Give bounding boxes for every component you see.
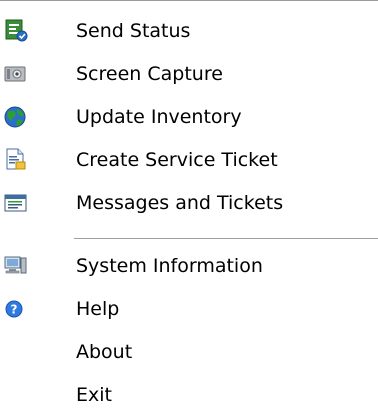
menu-item-label: About	[76, 341, 133, 363]
help-icon: ?	[2, 295, 29, 322]
menu-item-help[interactable]: ? Help	[0, 288, 378, 331]
menu-item-exit[interactable]: Exit	[0, 374, 378, 417]
computer-icon	[2, 252, 29, 279]
ticket-document-icon	[2, 146, 29, 173]
menu-item-label: Update Inventory	[76, 106, 242, 128]
menu-item-create-service-ticket[interactable]: Create Service Ticket	[0, 139, 378, 182]
menu-item-label: Exit	[76, 384, 112, 406]
menu-item-label: Help	[76, 298, 120, 320]
menu-item-label: Messages and Tickets	[76, 192, 284, 214]
menu-item-label: Create Service Ticket	[76, 149, 278, 171]
menu-item-label: System Information	[76, 255, 263, 277]
camera-icon	[2, 60, 29, 87]
context-menu: Send Status Screen Capture Update Invent…	[0, 0, 378, 419]
svg-text:?: ?	[11, 303, 18, 317]
menu-item-screen-capture[interactable]: Screen Capture	[0, 53, 378, 96]
messages-list-icon	[2, 189, 29, 216]
menu-item-messages-and-tickets[interactable]: Messages and Tickets	[0, 182, 378, 225]
menu-item-system-information[interactable]: System Information	[0, 245, 378, 288]
globe-icon	[2, 103, 29, 130]
send-status-icon	[2, 17, 29, 44]
menu-item-label: Send Status	[76, 20, 191, 42]
menu-item-about[interactable]: About	[0, 331, 378, 374]
menu-item-update-inventory[interactable]: Update Inventory	[0, 96, 378, 139]
menu-separator	[74, 238, 378, 240]
menu-item-label: Screen Capture	[76, 63, 223, 85]
menu-item-send-status[interactable]: Send Status	[0, 10, 378, 53]
